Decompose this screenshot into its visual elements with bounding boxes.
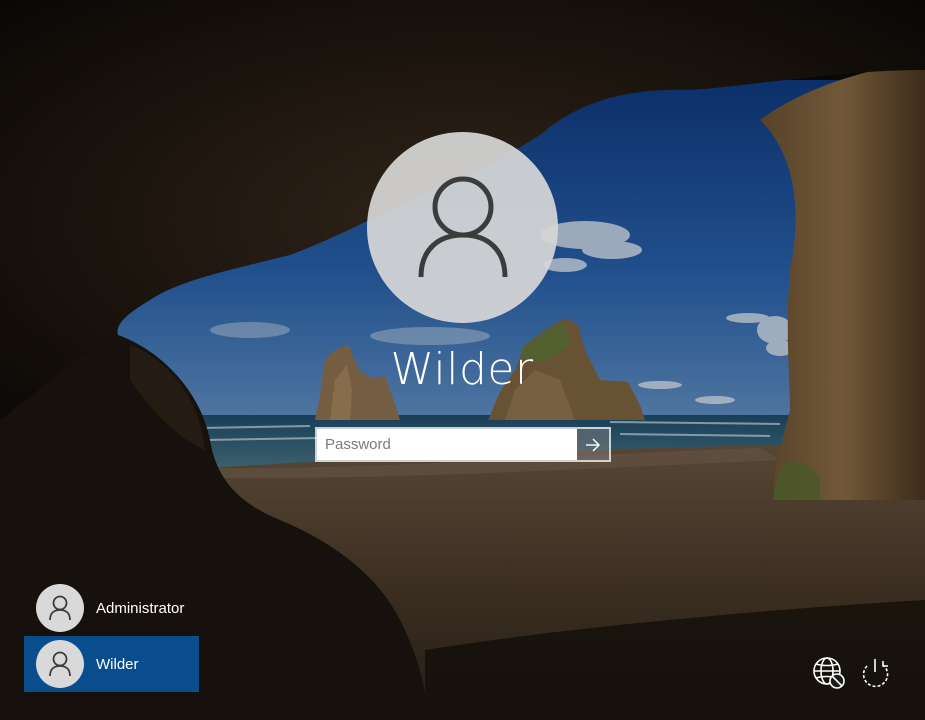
user-tile-label: Administrator: [96, 599, 185, 617]
power-button[interactable]: [858, 655, 894, 691]
user-tile-label: Wilder: [96, 655, 139, 673]
person-icon: [49, 651, 71, 677]
lock-screen: Wilder Administrator Wilder: [0, 0, 925, 720]
user-tile-administrator[interactable]: Administrator: [24, 580, 199, 636]
current-username: Wilder: [390, 344, 534, 395]
user-tile-wilder[interactable]: Wilder: [24, 636, 199, 692]
person-icon: [418, 176, 507, 277]
arrow-right-icon: [586, 438, 600, 451]
person-icon: [49, 595, 71, 621]
user-avatar: [367, 132, 558, 323]
submit-button[interactable]: [577, 429, 609, 460]
power-icon: [862, 659, 889, 688]
globe-network-icon: [813, 657, 845, 689]
avatar: [36, 640, 84, 688]
password-field-group: [315, 427, 611, 462]
network-button[interactable]: [811, 655, 847, 691]
password-input[interactable]: [317, 429, 577, 460]
avatar: [36, 584, 84, 632]
